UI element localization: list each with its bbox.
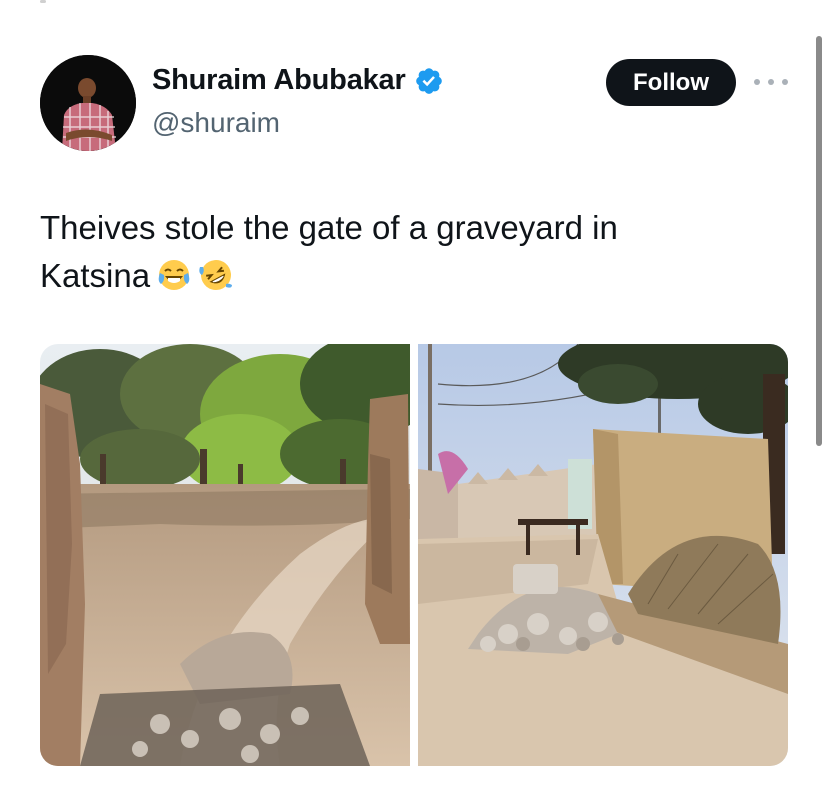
more-options-icon[interactable] xyxy=(754,74,788,90)
more-dot xyxy=(768,79,774,85)
tweet-text-line-1: Theives stole the gate of a graveyard in xyxy=(40,209,618,246)
follow-button[interactable]: Follow xyxy=(606,59,736,106)
tweet-media[interactable] xyxy=(40,344,788,766)
face-with-tears-of-joy-icon xyxy=(158,260,190,290)
tweet-text-location: Katsina xyxy=(40,257,151,294)
graveyard-entrance-image xyxy=(40,344,410,766)
scrollbar[interactable] xyxy=(816,36,822,446)
media-photo-1[interactable] xyxy=(40,344,410,766)
verified-badge-icon[interactable] xyxy=(414,66,444,96)
media-photo-2[interactable] xyxy=(418,344,788,766)
avatar[interactable] xyxy=(40,55,136,151)
tweet-text-line-2: Katsina xyxy=(40,252,760,300)
avatar-person-icon xyxy=(40,55,136,151)
author-name-row[interactable]: Shuraim Abubakar xyxy=(152,64,444,97)
more-dot xyxy=(754,79,760,85)
rubble-and-wall-image xyxy=(418,344,788,766)
rolling-on-the-floor-laughing-icon xyxy=(199,260,233,290)
more-dot xyxy=(782,79,788,85)
top-edge-mark xyxy=(40,0,46,3)
tweet-text: Theives stole the gate of a graveyard in… xyxy=(40,204,760,300)
author-display-name[interactable]: Shuraim Abubakar xyxy=(152,64,406,97)
author-handle[interactable]: @shuraim xyxy=(152,107,280,139)
